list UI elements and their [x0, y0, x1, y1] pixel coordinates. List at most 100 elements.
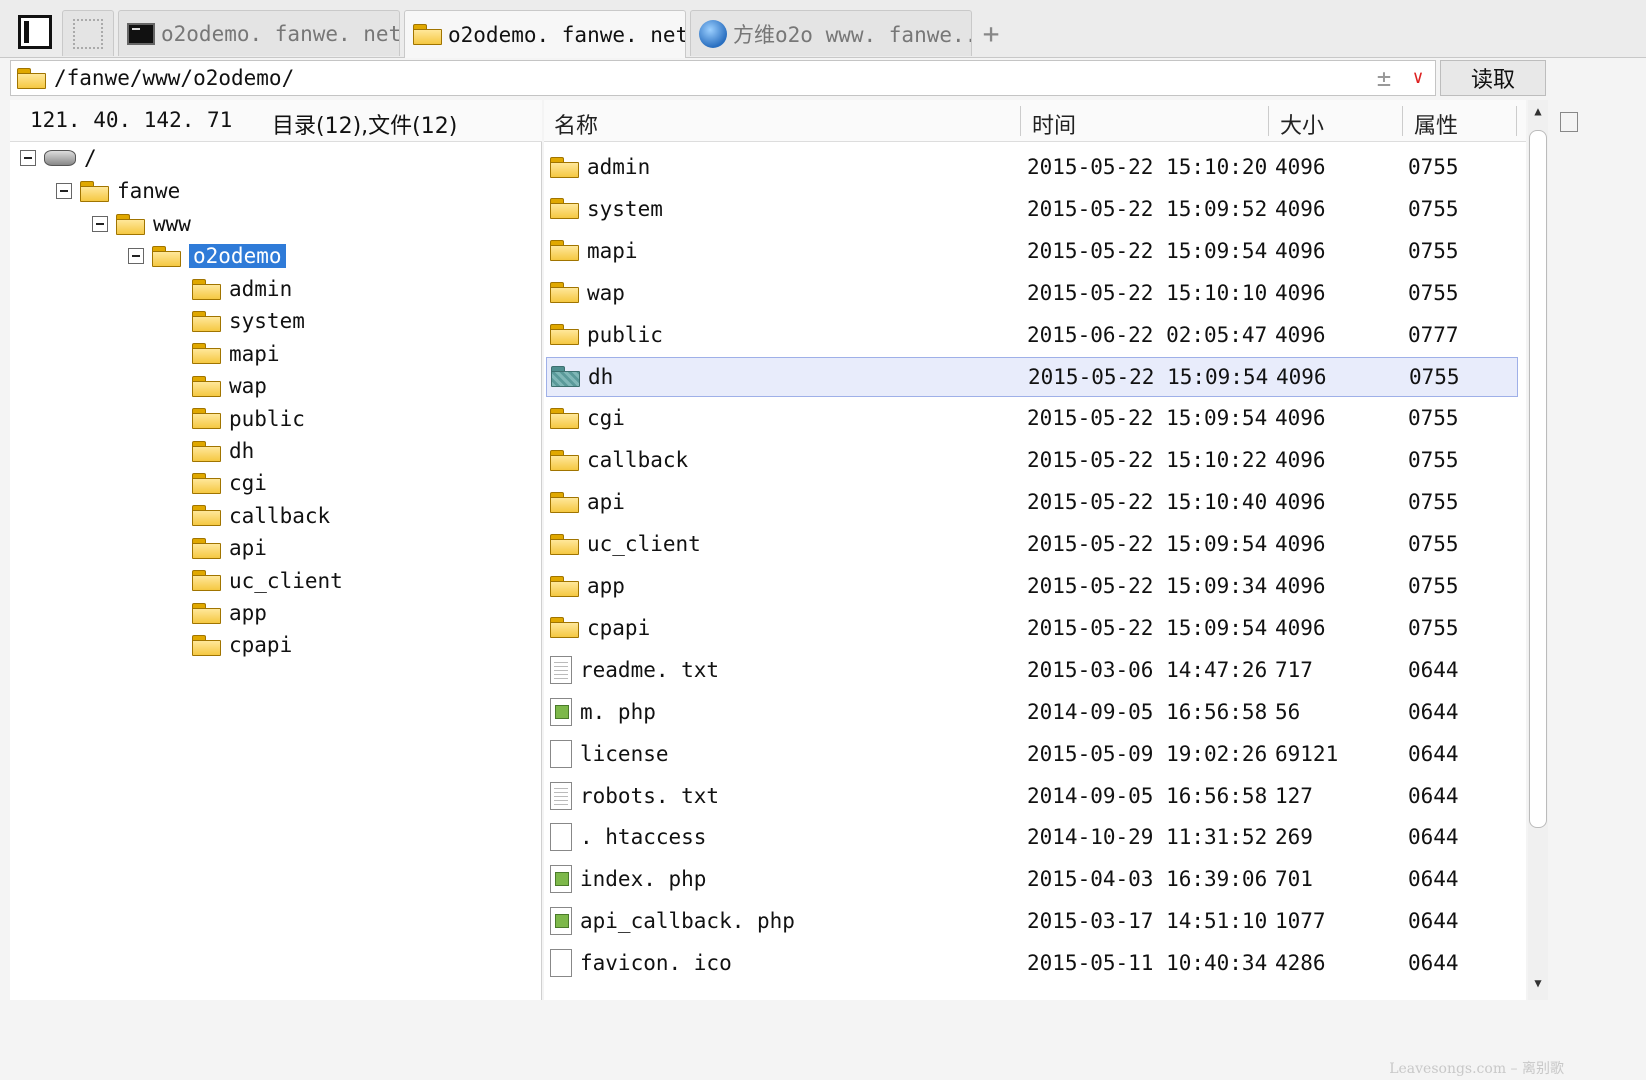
- tree-label: wap: [229, 374, 267, 399]
- file-name-cell: public: [550, 323, 663, 347]
- watermark: Leavesongs.com – 离别歌: [1389, 1061, 1564, 1077]
- file-time: 2015-05-22 15:09:54: [1027, 238, 1268, 263]
- tree-node-child[interactable]: system: [192, 307, 305, 335]
- tree-node-www[interactable]: www: [92, 210, 191, 238]
- file-attr: 0755: [1408, 574, 1459, 598]
- file-time: 2015-03-06 14:47:26: [1027, 657, 1268, 682]
- tree-node-child[interactable]: admin: [192, 275, 292, 303]
- path-dropdown-icon[interactable]: ∨: [1406, 64, 1430, 92]
- scroll-down-icon[interactable]: ▼: [1530, 976, 1546, 992]
- panel-toggle-button[interactable]: [14, 12, 56, 52]
- file-size: 127: [1275, 783, 1313, 808]
- file-row[interactable]: dh 2015-05-22 15:09:54 4096 0755: [546, 356, 1518, 397]
- file-row[interactable]: wap 2015-05-22 15:10:10 4096 0755: [546, 273, 1518, 313]
- tree-node-child[interactable]: uc_client: [192, 567, 343, 595]
- file-time: 2015-05-22 15:09:54: [1027, 406, 1268, 431]
- tree-node-child[interactable]: app: [192, 599, 267, 627]
- file-row[interactable]: license 2015-05-09 19:02:26 69121 0644: [546, 734, 1518, 774]
- file-attr: 0644: [1408, 741, 1459, 766]
- file-row[interactable]: system 2015-05-22 15:09:52 4096 0755: [546, 189, 1518, 229]
- collapse-icon[interactable]: [128, 248, 144, 264]
- folder-icon: [116, 213, 145, 235]
- tree-node-child[interactable]: cgi: [192, 469, 267, 497]
- tab-browser[interactable]: 方维o2o www. fanwe...: [690, 10, 972, 56]
- column-divider[interactable]: [1402, 106, 1403, 136]
- tree-node-child[interactable]: wap: [192, 372, 267, 400]
- tab-blank[interactable]: [62, 10, 114, 56]
- column-name[interactable]: 名称: [554, 108, 598, 140]
- file-row[interactable]: admin 2015-05-22 15:10:20 4096 0755: [546, 147, 1518, 187]
- scrollbar-thumb[interactable]: [1529, 130, 1547, 828]
- globe-icon: [699, 19, 727, 48]
- file-row[interactable]: mapi 2015-05-22 15:09:54 4096 0755: [546, 231, 1518, 271]
- tree-node-child[interactable]: api: [192, 534, 267, 562]
- folder-icon: [192, 602, 221, 624]
- file-row[interactable]: api 2015-05-22 15:10:40 4096 0755: [546, 482, 1518, 522]
- tree-node-child[interactable]: callback: [192, 502, 330, 530]
- collapse-icon[interactable]: [56, 183, 72, 199]
- file-row[interactable]: app 2015-05-22 15:09:34 4096 0755: [546, 566, 1518, 606]
- tree-node-child[interactable]: mapi: [192, 340, 280, 368]
- file-name-cell: . htaccess: [550, 823, 706, 852]
- tab-sftp[interactable]: o2odemo. fanwe. net: [404, 10, 686, 58]
- file-time: 2015-06-22 02:05:47: [1027, 322, 1268, 347]
- file-row[interactable]: robots. txt 2014-09-05 16:56:58 127 0644: [546, 776, 1518, 816]
- folder-icon: [192, 310, 221, 332]
- tree-node-child[interactable]: cpapi: [192, 631, 292, 659]
- file-row[interactable]: readme. txt 2015-03-06 14:47:26 717 0644: [546, 650, 1518, 690]
- tree-label: system: [229, 309, 305, 334]
- column-divider[interactable]: [1268, 106, 1269, 136]
- file-row[interactable]: public 2015-06-22 02:05:47 4096 0777: [546, 315, 1518, 355]
- file-row[interactable]: index. php 2015-04-03 16:39:06 701 0644: [546, 859, 1518, 899]
- tree-node-root[interactable]: /: [20, 144, 97, 172]
- folder-icon: [551, 366, 580, 387]
- tree-label: mapi: [229, 341, 280, 366]
- new-tab-button[interactable]: +: [978, 18, 1004, 50]
- file-size: 4286: [1275, 951, 1326, 976]
- side-panel-button[interactable]: [1560, 112, 1578, 132]
- tab-terminal[interactable]: o2odemo. fanwe. net: [118, 10, 400, 56]
- file-attr: 0755: [1408, 155, 1459, 179]
- tree-node-o2odemo[interactable]: o2odemo: [128, 242, 286, 270]
- file-row[interactable]: cgi 2015-05-22 15:09:54 4096 0755: [546, 398, 1518, 438]
- folder-icon: [192, 278, 221, 300]
- file-row[interactable]: cpapi 2015-05-22 15:09:54 4096 0755: [546, 608, 1518, 648]
- file-row[interactable]: uc_client 2015-05-22 15:09:54 4096 0755: [546, 524, 1518, 564]
- column-divider[interactable]: [1020, 106, 1021, 136]
- column-divider[interactable]: [1516, 106, 1517, 136]
- folder-icon: [192, 505, 221, 527]
- file-attr: 0644: [1408, 699, 1459, 724]
- file-icon: [550, 739, 572, 768]
- column-size[interactable]: 大小: [1280, 108, 1324, 140]
- file-row[interactable]: api_callback. php 2015-03-17 14:51:10 1077…: [546, 901, 1518, 941]
- column-attr[interactable]: 属性: [1414, 108, 1458, 140]
- tree-node-child[interactable]: public: [192, 405, 305, 433]
- script-file-icon: [550, 697, 572, 726]
- file-name: system: [587, 196, 663, 221]
- file-row[interactable]: m. php 2014-09-05 16:56:58 56 0644: [546, 692, 1518, 732]
- scroll-up-icon[interactable]: ▲: [1530, 104, 1546, 120]
- tree-label: cgi: [229, 471, 267, 496]
- path-up-button[interactable]: ±: [1372, 64, 1396, 92]
- tab-label: o2odemo. fanwe. net: [161, 21, 400, 46]
- file-attr: 0755: [1408, 532, 1459, 557]
- file-name: readme. txt: [580, 657, 720, 682]
- file-row[interactable]: callback 2015-05-22 15:10:22 4096 0755: [546, 440, 1518, 480]
- file-row[interactable]: . htaccess 2014-10-29 11:31:52 269 0644: [546, 817, 1518, 857]
- collapse-icon[interactable]: [92, 216, 108, 232]
- column-time[interactable]: 时间: [1032, 108, 1076, 140]
- file-time: 2014-09-05 16:56:58: [1027, 783, 1268, 808]
- path-bar[interactable]: /fanwe/www/o2odemo/: [10, 60, 1436, 96]
- read-button[interactable]: 读取: [1440, 60, 1546, 96]
- path-input[interactable]: /fanwe/www/o2odemo/: [54, 66, 294, 90]
- collapse-icon[interactable]: [20, 150, 36, 166]
- file-name: dh: [588, 364, 614, 389]
- tree-node-fanwe[interactable]: fanwe: [56, 177, 180, 205]
- file-name: mapi: [587, 238, 638, 263]
- file-row[interactable]: favicon. ico 2015-05-11 10:40:34 4286 0644: [546, 943, 1518, 983]
- file-attr: 0777: [1408, 322, 1459, 347]
- tree-node-child[interactable]: dh: [192, 437, 254, 465]
- tree-label: uc_client: [229, 568, 343, 593]
- file-attr: 0755: [1408, 280, 1459, 305]
- file-size: 4096: [1275, 406, 1326, 431]
